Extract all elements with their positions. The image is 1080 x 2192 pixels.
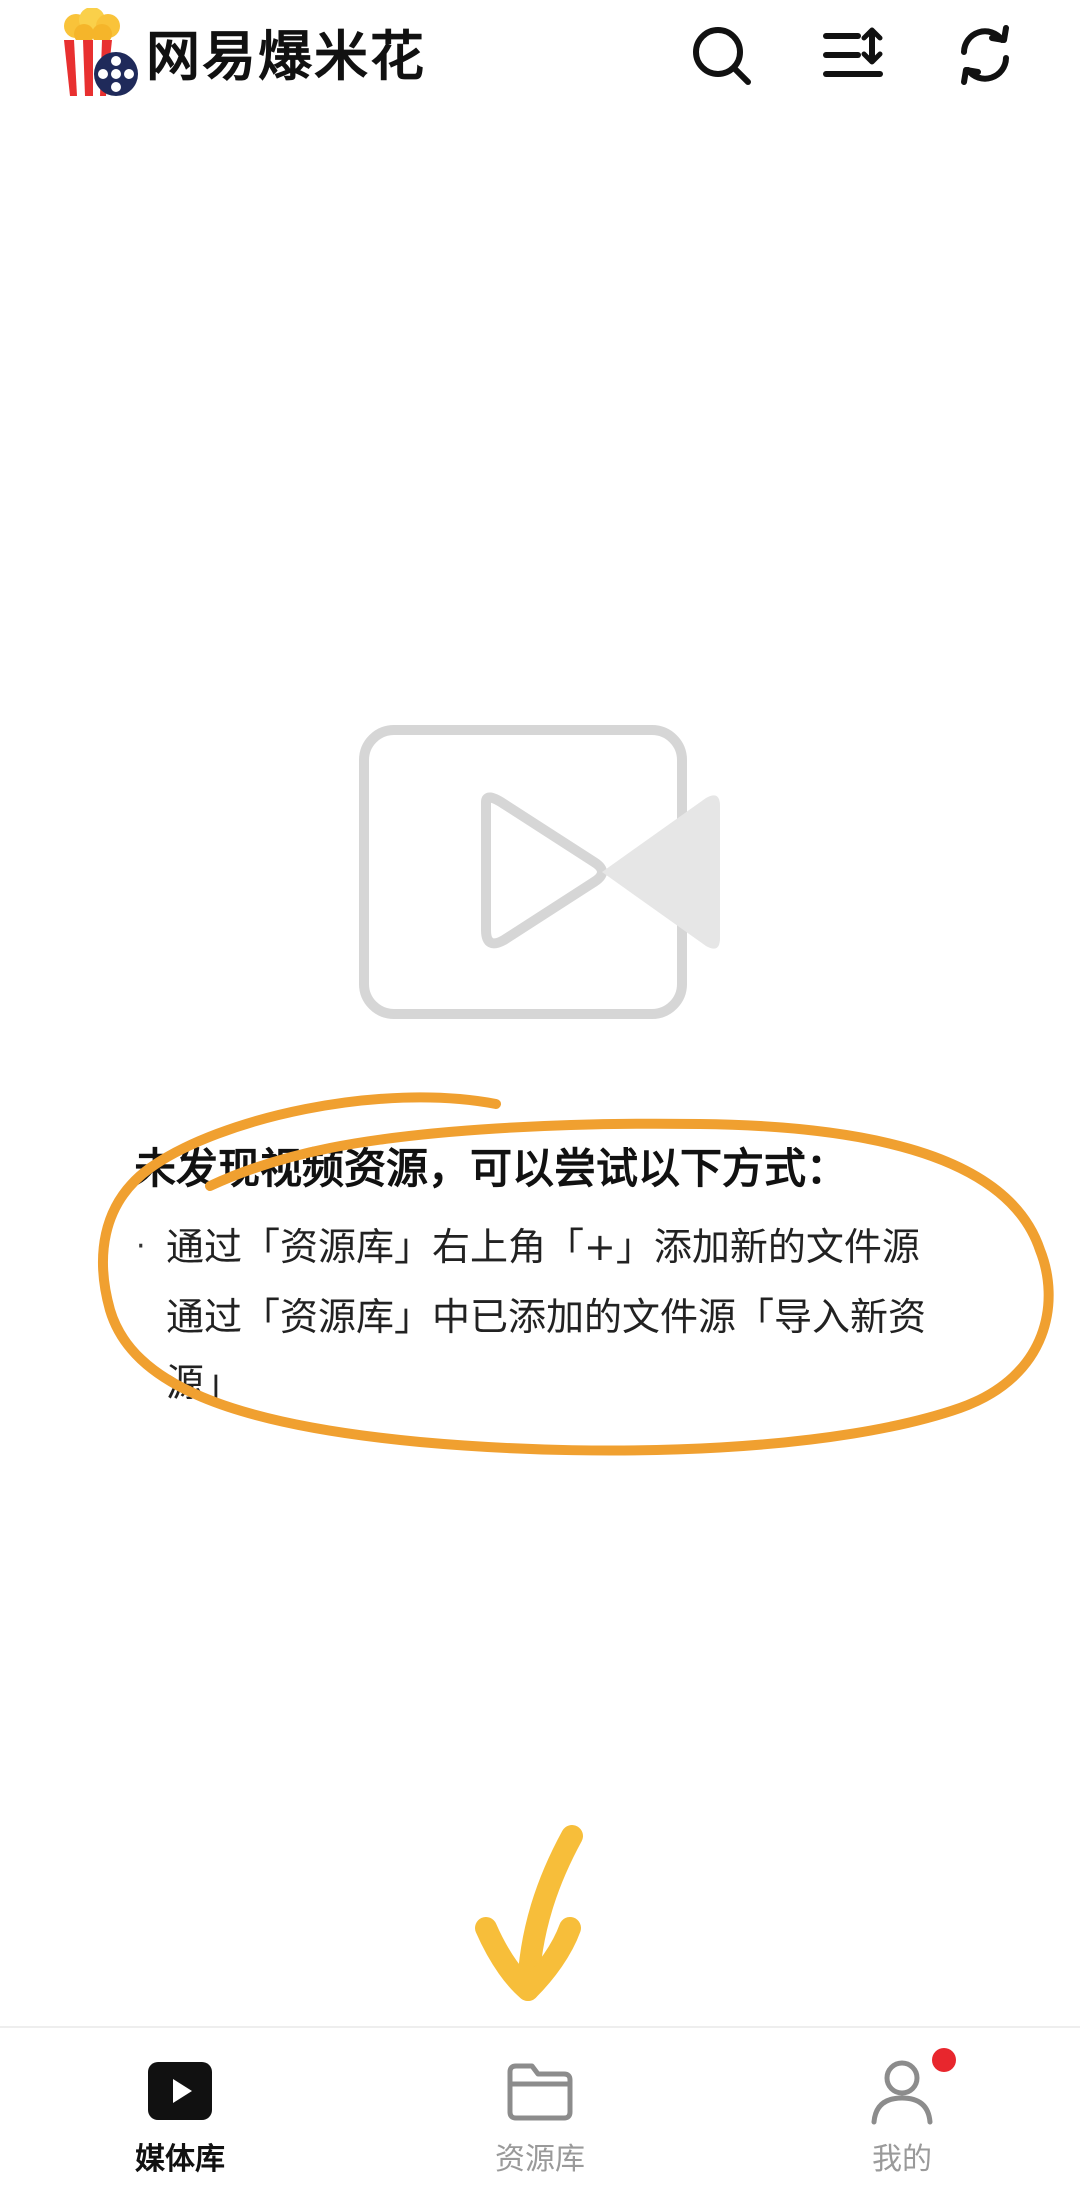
tip-item: 通过「资源库」中已添加的文件源「导入新资源」	[134, 1284, 946, 1416]
page: 网易爆米花 未发现视频资源，可以尝试以下方式： · 通过「资源库」右上角「+」添…	[0, 0, 1080, 2192]
tip-text: 通过「资源库」右上角「+」添加新的文件源	[166, 1225, 920, 1269]
tip-bullet: ·	[136, 1229, 146, 1264]
tab-label: 我的	[872, 2142, 932, 2177]
tab-resource-library[interactable]: 资源库	[440, 2028, 640, 2192]
bottom-tab-bar: 媒体库 资源库 我的	[0, 2026, 1080, 2192]
annotation-circle	[98, 1092, 1054, 1456]
tab-mine[interactable]: 我的	[802, 2028, 1002, 2192]
popcorn-film-logo	[50, 7, 142, 100]
user-icon	[866, 2054, 938, 2126]
notification-badge	[932, 2048, 956, 2072]
play-square-icon	[144, 2054, 216, 2126]
app-header: 网易爆米花	[0, 0, 1080, 120]
annotation-arrow	[475, 1825, 583, 2001]
tab-label: 资源库	[495, 2142, 585, 2177]
empty-state-title: 未发现视频资源，可以尝试以下方式：	[134, 1144, 849, 1193]
sort-icon[interactable]	[820, 22, 886, 88]
empty-message: 未发现视频资源，可以尝试以下方式： · 通过「资源库」右上角「+」添加新的文件源…	[134, 1138, 954, 1420]
refresh-icon[interactable]	[952, 22, 1018, 88]
search-icon[interactable]	[688, 22, 754, 88]
tab-label: 媒体库	[135, 2142, 225, 2177]
app-title: 网易爆米花	[146, 25, 426, 88]
folder-icon	[504, 2054, 576, 2126]
tip-item: · 通过「资源库」右上角「+」添加新的文件源	[134, 1214, 946, 1280]
tab-media-library[interactable]: 媒体库	[80, 2028, 280, 2192]
tip-text: 通过「资源库」中已添加的文件源「导入新资源」	[166, 1295, 927, 1405]
video-camera-placeholder-icon	[358, 724, 724, 1020]
